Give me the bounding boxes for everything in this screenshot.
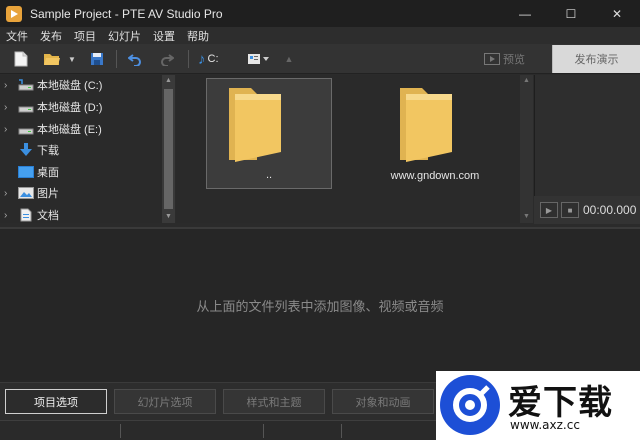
close-button[interactable]: ✕ — [594, 0, 640, 27]
minimize-button[interactable]: — — [502, 0, 548, 27]
status-separator — [263, 424, 264, 438]
undo-icon[interactable] — [126, 50, 144, 68]
title-bar: Sample Project - PTE AV Studio Pro — ☐ ✕ — [0, 0, 640, 27]
save-icon[interactable] — [88, 50, 106, 68]
tree-item-desktop[interactable]: 桌面 — [0, 162, 162, 182]
folder-icon — [229, 88, 281, 162]
play-icon[interactable]: ▶ — [540, 202, 558, 218]
menu-bar: 文件 发布 项目 幻灯片 设置 帮助 — [0, 27, 640, 44]
music-drive-button[interactable]: ♪ C: — [198, 50, 234, 68]
maximize-button[interactable]: ☐ — [548, 0, 594, 27]
scroll-down-icon[interactable]: ▼ — [162, 211, 175, 223]
tree-item-label: 桌面 — [37, 167, 59, 179]
desktop-icon — [18, 165, 34, 179]
window-controls: — ☐ ✕ — [502, 0, 640, 27]
view-mode-icon[interactable] — [246, 50, 272, 68]
tree-item-label: 图片 — [37, 188, 59, 200]
status-separator — [120, 424, 121, 438]
status-separator — [341, 424, 342, 438]
scroll-thumb[interactable] — [164, 89, 173, 209]
stop-icon[interactable]: ■ — [561, 202, 579, 218]
menu-project[interactable]: 项目 — [68, 28, 102, 44]
preview-label: 预览 — [503, 54, 525, 66]
watermark-title: 爱下载 — [508, 383, 613, 423]
tree-item-drive-d[interactable]: › 本地磁盘 (D:) — [0, 97, 162, 117]
expand-arrow-icon[interactable]: › — [4, 210, 14, 221]
tree-item-label: 本地磁盘 (E:) — [37, 124, 102, 136]
expand-arrow-icon[interactable]: › — [4, 102, 14, 113]
up-arrow-icon[interactable]: ▲ — [282, 50, 296, 68]
tree-item-documents[interactable]: › 文档 — [0, 205, 162, 223]
toolbar: ▼ ♪ C: ▲ 预览 — [0, 44, 640, 74]
folder-icon — [400, 88, 452, 162]
scroll-up-icon[interactable]: ▲ — [520, 75, 533, 87]
objects-animation-button[interactable]: 对象和动画 — [332, 389, 434, 414]
tree-item-drive-e[interactable]: › 本地磁盘 (E:) — [0, 119, 162, 139]
download-icon — [18, 143, 34, 157]
tree-item-drive-c[interactable]: › 本地磁盘 (C:) — [0, 75, 162, 95]
expand-arrow-icon[interactable]: › — [4, 188, 14, 199]
preview-icon — [484, 53, 500, 65]
file-item-parent-folder[interactable]: .. — [206, 78, 332, 189]
file-scrollbar[interactable]: ▲ ▼ — [520, 75, 533, 223]
player-controls: ▶ ■ 00:00.000 — [534, 196, 640, 224]
menu-publish[interactable]: 发布 — [34, 28, 68, 44]
tree-item-label: 文档 — [37, 210, 59, 222]
scroll-down-icon[interactable]: ▼ — [520, 211, 533, 223]
pictures-icon — [18, 186, 34, 200]
styles-themes-button[interactable]: 样式和主题 — [223, 389, 325, 414]
tree-item-label: 下载 — [37, 145, 59, 157]
watermark: 爱下载 www.axz.cc — [436, 371, 640, 440]
menu-help[interactable]: 帮助 — [181, 28, 215, 44]
preview-button[interactable]: 预览 — [484, 50, 525, 68]
chevron-down-icon[interactable]: ▼ — [66, 50, 78, 68]
tree-scrollbar[interactable]: ▲ ▼ — [162, 75, 175, 223]
file-caption: www.gndown.com — [390, 170, 480, 182]
watermark-url: www.axz.cc — [510, 418, 580, 432]
tree-item-pictures[interactable]: › 图片 — [0, 183, 162, 203]
tree-item-label: 本地磁盘 (D:) — [37, 102, 103, 114]
folder-tree: › 本地磁盘 (C:) › 本地磁盘 (D:) › 本地磁盘 (E:) 下载 桌… — [0, 75, 162, 223]
drive-icon — [18, 100, 34, 114]
watermark-logo-icon — [440, 375, 500, 435]
drive-letter: C: — [207, 53, 219, 65]
documents-icon — [18, 208, 34, 222]
file-caption: .. — [265, 169, 273, 181]
file-item-folder[interactable]: www.gndown.com — [380, 80, 490, 188]
drive-icon — [18, 122, 34, 136]
music-note-icon: ♪ — [198, 50, 206, 68]
slide-options-button[interactable]: 幻灯片选项 — [114, 389, 216, 414]
menu-slide[interactable]: 幻灯片 — [102, 28, 147, 44]
new-file-icon[interactable] — [12, 50, 30, 68]
project-options-button[interactable]: 项目选项 — [5, 389, 107, 414]
toolbar-separator — [116, 50, 117, 68]
publish-button[interactable]: 发布演示 — [552, 45, 640, 73]
menu-settings[interactable]: 设置 — [147, 28, 181, 44]
redo-icon[interactable] — [158, 50, 176, 68]
playback-time: 00:00.000 — [583, 203, 637, 217]
open-folder-icon[interactable] — [42, 50, 62, 68]
toolbar-separator — [188, 50, 189, 68]
tree-item-downloads[interactable]: 下载 — [0, 140, 162, 160]
tree-item-label: 本地磁盘 (C:) — [37, 80, 103, 92]
scroll-up-icon[interactable]: ▲ — [162, 75, 175, 87]
empty-slide-list-message: 从上面的文件列表中添加图像、视频或音频 — [196, 299, 444, 314]
menu-file[interactable]: 文件 — [0, 28, 34, 44]
expand-arrow-icon[interactable]: › — [4, 124, 14, 135]
window-title: Sample Project - PTE AV Studio Pro — [30, 6, 223, 21]
drive-icon — [18, 78, 34, 92]
app-logo-icon — [6, 5, 22, 22]
expand-arrow-icon[interactable]: › — [4, 80, 14, 91]
